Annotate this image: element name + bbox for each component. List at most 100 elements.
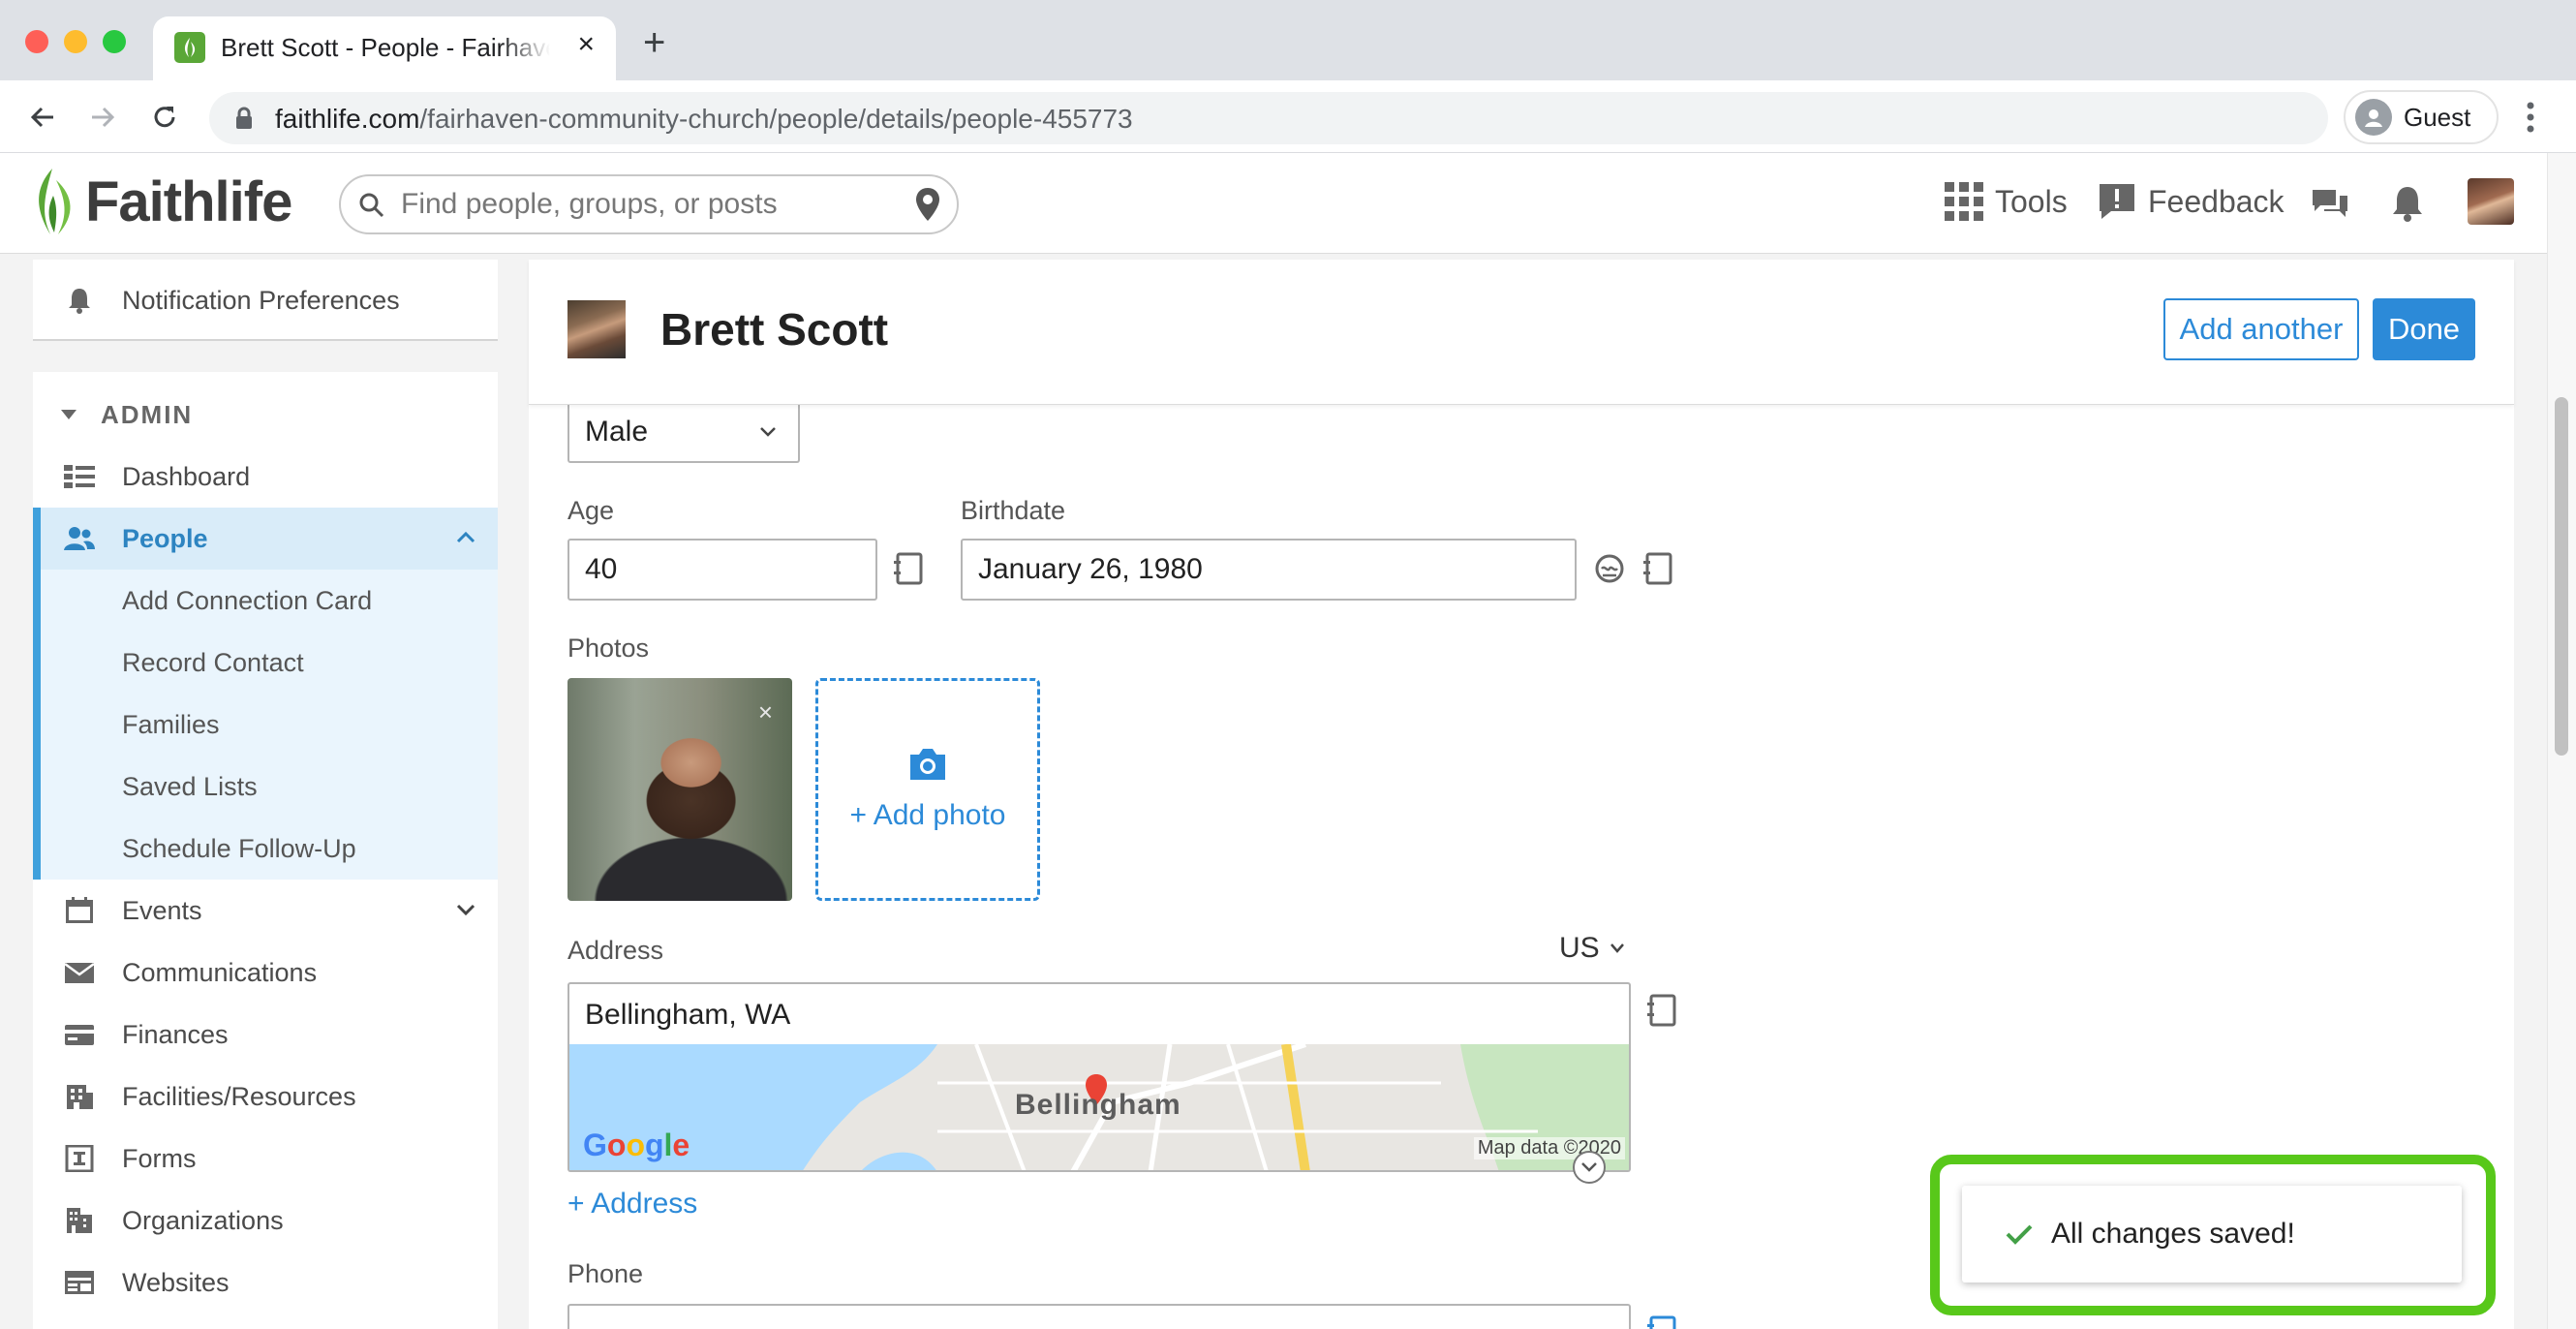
- birthday-cake-icon[interactable]: [1594, 552, 1625, 585]
- sidebar-item-facilities-resources[interactable]: Facilities/Resources: [33, 1066, 498, 1128]
- new-tab-icon[interactable]: +: [643, 23, 665, 62]
- feedback-label: Feedback: [2148, 183, 2285, 219]
- add-photo-button[interactable]: + Add photo: [815, 678, 1040, 901]
- country-value: US: [1559, 932, 1600, 964]
- search-input[interactable]: [401, 186, 905, 223]
- sidebar-item-label: Communications: [122, 957, 318, 987]
- faithlife-logo[interactable]: Faithlife: [31, 167, 292, 236]
- feedback-button[interactable]: Feedback: [2098, 182, 2285, 221]
- map-city-label: Bellingham: [1015, 1089, 1181, 1121]
- google-logo-letter: o: [606, 1128, 627, 1162]
- location-pin-icon[interactable]: [914, 186, 941, 223]
- contact-card-icon[interactable]: [1642, 552, 1673, 585]
- page-scrollbar-thumb[interactable]: [2555, 397, 2568, 756]
- sidebar-item-dashboard[interactable]: Dashboard: [33, 446, 498, 508]
- browser-tab[interactable]: Brett Scott - People - Fairhaven Communi…: [153, 16, 616, 80]
- sidebar-item-notification-preferences[interactable]: Notification Preferences: [33, 269, 498, 331]
- address-value: Bellingham, WA: [585, 999, 791, 1031]
- profile-button[interactable]: Guest: [2344, 90, 2499, 144]
- age-input[interactable]: 40: [567, 539, 877, 601]
- birthdate-input[interactable]: January 26, 1980: [961, 539, 1577, 601]
- envelope-icon: [64, 962, 95, 983]
- dashboard-icon: [64, 465, 95, 488]
- admin-section-toggle[interactable]: ADMIN: [33, 384, 498, 446]
- add-address-link[interactable]: + Address: [567, 1188, 697, 1221]
- person-header: Brett Scott Add another Done: [529, 260, 2514, 405]
- age-label: Age: [567, 496, 615, 525]
- lock-icon: [236, 107, 252, 129]
- sidebar-item-families[interactable]: Families: [33, 694, 498, 756]
- contact-card-icon[interactable]: [1646, 994, 1677, 1027]
- url-bar[interactable]: faithlife.com/fairhaven-community-church…: [209, 92, 2328, 144]
- country-select[interactable]: US: [1559, 932, 1625, 965]
- sidebar-item-add-connection-card[interactable]: Add Connection Card: [33, 570, 498, 632]
- address-input[interactable]: Bellingham, WA: [567, 982, 1631, 1046]
- address-map[interactable]: Bellingham Google Map data ©2020: [567, 1044, 1631, 1172]
- tools-menu[interactable]: Tools: [1945, 182, 2068, 221]
- back-arrow-icon[interactable]: [23, 98, 62, 137]
- search-box[interactable]: [339, 174, 959, 234]
- active-indicator: [33, 570, 41, 632]
- sidebar-item-label: Notification Preferences: [122, 285, 400, 315]
- phone-input[interactable]: [567, 1304, 1631, 1329]
- gender-select[interactable]: Male: [567, 403, 800, 463]
- google-logo: Google: [583, 1128, 690, 1163]
- remove-photo-icon[interactable]: ×: [758, 699, 773, 725]
- sidebar-item-schedule-follow-up[interactable]: Schedule Follow-Up: [33, 818, 498, 880]
- sidebar-item-finances[interactable]: Finances: [33, 1004, 498, 1066]
- faithlife-flame-icon: [39, 169, 71, 234]
- notifications-bell-icon[interactable]: [2390, 184, 2425, 223]
- sidebar-item-label: Saved Lists: [122, 771, 258, 801]
- window-close-button[interactable]: [25, 30, 48, 53]
- active-indicator: [33, 694, 41, 756]
- sidebar-item-communications[interactable]: Communications: [33, 942, 498, 1004]
- add-another-button[interactable]: Add another: [2163, 298, 2359, 360]
- contact-card-icon[interactable]: [893, 552, 924, 585]
- sidebar-item-organizations[interactable]: Organizations: [33, 1190, 498, 1252]
- tools-label: Tools: [1995, 183, 2068, 219]
- person-avatar: [567, 300, 626, 358]
- sidebar-item-saved-lists[interactable]: Saved Lists: [33, 756, 498, 818]
- faithlife-logo-text: Faithlife: [85, 170, 292, 233]
- google-logo-letter: g: [644, 1128, 664, 1162]
- reload-icon[interactable]: [145, 98, 184, 137]
- chevron-down-icon: [456, 904, 475, 916]
- search-icon: [359, 193, 384, 218]
- site-header: Faithlife Tools Feedback: [0, 153, 2547, 254]
- messages-icon[interactable]: [2311, 186, 2349, 221]
- tab-close-icon[interactable]: ×: [577, 30, 595, 59]
- chevron-down-icon: [1610, 943, 1624, 953]
- organization-icon: [67, 1208, 92, 1233]
- page-title: Brett Scott: [660, 304, 889, 355]
- active-indicator: [33, 508, 41, 570]
- sidebar-item-label: Facilities/Resources: [122, 1081, 356, 1111]
- calendar-icon: [66, 897, 93, 923]
- chevron-down-icon: [760, 427, 776, 437]
- contact-card-icon[interactable]: [1646, 1315, 1677, 1329]
- sidebar-item-events[interactable]: Events: [33, 880, 498, 942]
- browser-tab-bar: Brett Scott - People - Fairhaven Communi…: [0, 0, 2576, 80]
- sidebar-item-people[interactable]: People: [33, 508, 498, 570]
- sidebar-item-websites[interactable]: Websites: [33, 1252, 498, 1314]
- sidebar-item-label: Forms: [122, 1143, 197, 1173]
- sidebar-admin-card: ADMIN Dashboard People Add Connection Ca…: [33, 372, 498, 1329]
- sidebar-item-label: Record Contact: [122, 647, 304, 677]
- person-photo[interactable]: ×: [567, 678, 792, 901]
- website-icon: [65, 1271, 94, 1294]
- browser-menu-icon[interactable]: [2526, 100, 2535, 139]
- url-text: faithlife.com/fairhaven-community-church…: [275, 104, 1133, 134]
- done-button[interactable]: Done: [2373, 298, 2475, 360]
- add-photo-label: + Add photo: [849, 799, 1006, 831]
- address-label: Address: [567, 936, 664, 965]
- user-avatar[interactable]: [2468, 178, 2514, 225]
- grid-icon: [1945, 182, 1983, 221]
- sidebar-item-record-contact[interactable]: Record Contact: [33, 632, 498, 694]
- sidebar-item-forms[interactable]: Forms: [33, 1128, 498, 1190]
- map-expand-icon[interactable]: [1573, 1151, 1606, 1184]
- forward-arrow-icon[interactable]: [83, 98, 122, 137]
- window-minimize-button[interactable]: [64, 30, 87, 53]
- window-zoom-button[interactable]: [103, 30, 126, 53]
- sidebar-item-label: Organizations: [122, 1205, 284, 1235]
- checkmark-icon: [2006, 1224, 2033, 1245]
- sidebar-item-label: Finances: [122, 1019, 229, 1049]
